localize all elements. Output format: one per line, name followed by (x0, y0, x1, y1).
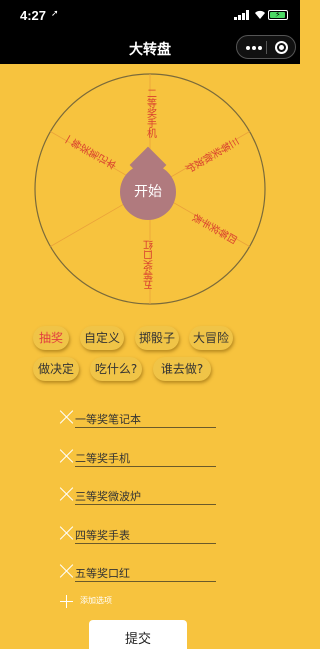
delete-icon[interactable] (60, 564, 74, 578)
capsule-divider (266, 41, 267, 54)
wheel-segment-label: 二等奖手机 (145, 88, 157, 139)
plus-icon (60, 595, 73, 608)
mode-decide-button[interactable]: 做决定 (33, 357, 79, 381)
clock: 4:27 (20, 8, 47, 23)
mode-dice-button[interactable]: 掷骰子 (135, 326, 179, 350)
mode-lottery-button[interactable]: 抽奖 (33, 326, 69, 350)
nav-bar: 大转盘 (0, 30, 300, 64)
delete-icon[interactable] (60, 487, 74, 501)
delete-icon[interactable] (60, 410, 74, 424)
delete-icon[interactable] (60, 526, 74, 540)
mode-custom-button[interactable]: 自定义 (80, 326, 124, 350)
signal-icon (234, 10, 249, 20)
add-option-button[interactable]: 添加选项 (60, 592, 160, 610)
status-bar: 4:27 ➚ ⚡ (0, 0, 300, 30)
miniprogram-capsule (236, 35, 296, 59)
prize-input[interactable] (75, 406, 216, 428)
prize-input[interactable] (75, 483, 216, 505)
prize-row (60, 560, 220, 582)
prize-input[interactable] (75, 445, 216, 467)
prize-row (60, 406, 220, 428)
mode-dare-button[interactable]: 大冒险 (189, 326, 233, 350)
add-option-label: 添加选项 (80, 596, 112, 605)
prize-input[interactable] (75, 560, 216, 582)
prize-row (60, 483, 220, 505)
prize-row (60, 522, 220, 544)
location-arrow-icon: ➚ (51, 9, 59, 19)
wifi-icon (255, 10, 265, 19)
start-button[interactable]: 开始 (120, 164, 176, 220)
close-miniprogram-icon[interactable] (275, 41, 288, 54)
submit-button[interactable]: 提交 (89, 620, 187, 649)
battery-icon: ⚡ (268, 10, 288, 20)
wheel-segment-label: 五等奖口红 (144, 240, 156, 290)
delete-icon[interactable] (60, 449, 74, 463)
more-icon[interactable] (246, 46, 262, 50)
mode-what-to-eat-button[interactable]: 吃什么? (90, 357, 142, 381)
mode-who-does-button[interactable]: 谁去做? (153, 357, 211, 381)
prize-input[interactable] (75, 522, 216, 544)
prize-row (60, 445, 220, 467)
